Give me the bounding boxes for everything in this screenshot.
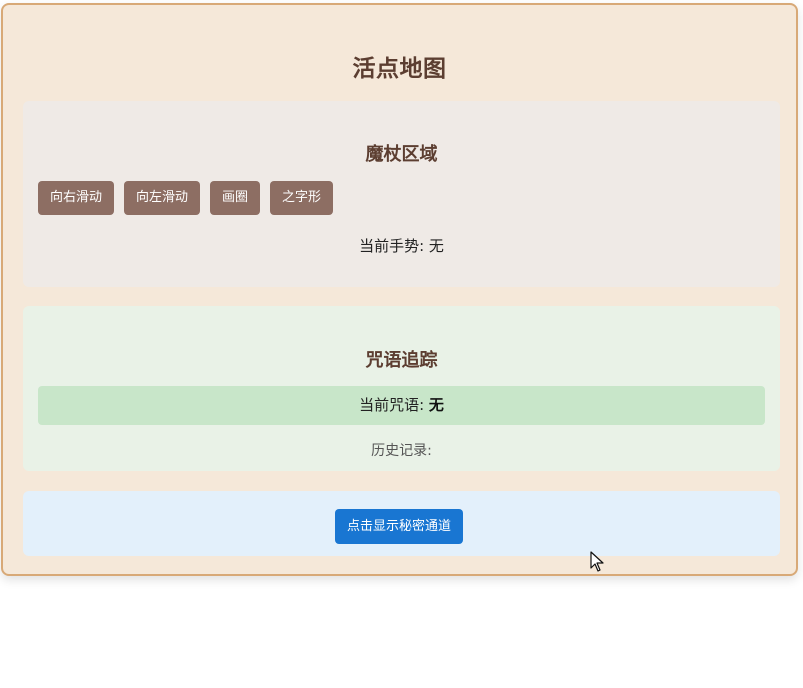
secret-passage-zone: 点击显示秘密通道 xyxy=(23,491,780,556)
current-spell-value: 无 xyxy=(428,396,444,414)
wand-zone-title: 魔杖区域 xyxy=(365,144,438,165)
show-secret-passage-button[interactable]: 点击显示秘密通道 xyxy=(335,509,464,544)
current-gesture-label: 当前手势: xyxy=(359,237,425,255)
marauders-map-page: 活点地图 魔杖区域 向右滑动 向左滑动 画圈 之字形 当前手势: 无 咒语追踪 … xyxy=(0,0,803,688)
draw-circle-button[interactable]: 画圈 xyxy=(210,181,261,215)
spell-tracking-zone: 咒语追踪 当前咒语: 无 历史记录: xyxy=(23,306,780,471)
page-title: 活点地图 xyxy=(352,56,447,82)
zigzag-button[interactable]: 之字形 xyxy=(270,181,334,215)
mouse-pointer-icon xyxy=(590,551,604,572)
current-gesture-value: 无 xyxy=(428,237,444,255)
map-card: 活点地图 魔杖区域 向右滑动 向左滑动 画圈 之字形 当前手势: 无 咒语追踪 … xyxy=(1,3,798,576)
gesture-button-group: 向右滑动 向左滑动 画圈 之字形 xyxy=(38,181,334,215)
spell-history: 历史记录: xyxy=(371,443,432,459)
current-spell-label: 当前咒语: xyxy=(359,396,425,414)
current-gesture-status: 当前手势: 无 xyxy=(23,235,780,256)
spell-tracking-title: 咒语追踪 xyxy=(365,350,438,371)
wand-zone: 魔杖区域 向右滑动 向左滑动 画圈 之字形 当前手势: 无 xyxy=(23,101,780,287)
swipe-left-button[interactable]: 向左滑动 xyxy=(124,181,201,215)
swipe-right-button[interactable]: 向右滑动 xyxy=(38,181,115,215)
current-spell-display: 当前咒语: 无 xyxy=(38,386,765,425)
